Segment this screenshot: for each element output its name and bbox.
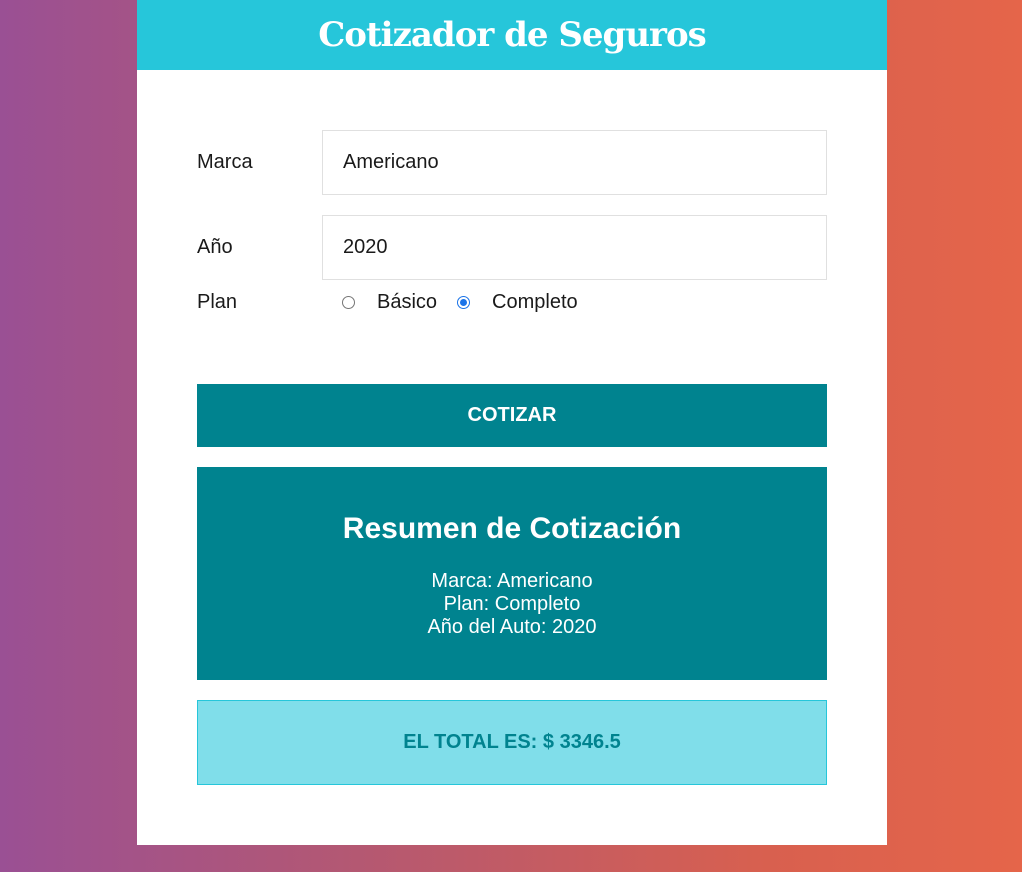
summary-list: Marca: Americano Plan: Completo Año del … (197, 570, 827, 639)
summary-anio: Año del Auto: 2020 (427, 616, 597, 638)
marca-field-row: Marca (197, 130, 827, 195)
anio-field-row: Año (197, 215, 827, 280)
summary-title: Resumen de Cotización (342, 512, 682, 545)
plan-field-row: Plan Básico Completo (197, 290, 827, 314)
anio-label: Año (197, 236, 233, 258)
marca-input[interactable] (322, 130, 827, 195)
app-title: Cotizador de Seguros (318, 15, 707, 55)
plan-basico-label[interactable]: Básico (377, 291, 437, 314)
marca-label: Marca (197, 151, 253, 173)
quote-summary: Resumen de Cotización Marca: Americano P… (197, 467, 827, 680)
plan-completo-label[interactable]: Completo (492, 291, 578, 314)
plan-basico-radio[interactable] (342, 295, 355, 309)
total-result: El total es: $ 3346.5 (197, 700, 827, 785)
anio-input[interactable] (322, 215, 827, 280)
quote-card: Cotizador de Seguros Marca Año Plan Bási… (137, 0, 887, 845)
summary-plan: Plan: Completo (443, 593, 581, 615)
app-header: Cotizador de Seguros (137, 0, 887, 70)
summary-marca: Marca: Americano (431, 570, 593, 592)
cotizar-button[interactable]: Cotizar (197, 384, 827, 447)
plan-label: Plan (197, 290, 238, 313)
total-text: El total es: $ 3346.5 (403, 731, 621, 753)
plan-completo-radio[interactable] (457, 295, 471, 309)
quote-form: Marca Año Plan Básico Completo (197, 130, 827, 314)
